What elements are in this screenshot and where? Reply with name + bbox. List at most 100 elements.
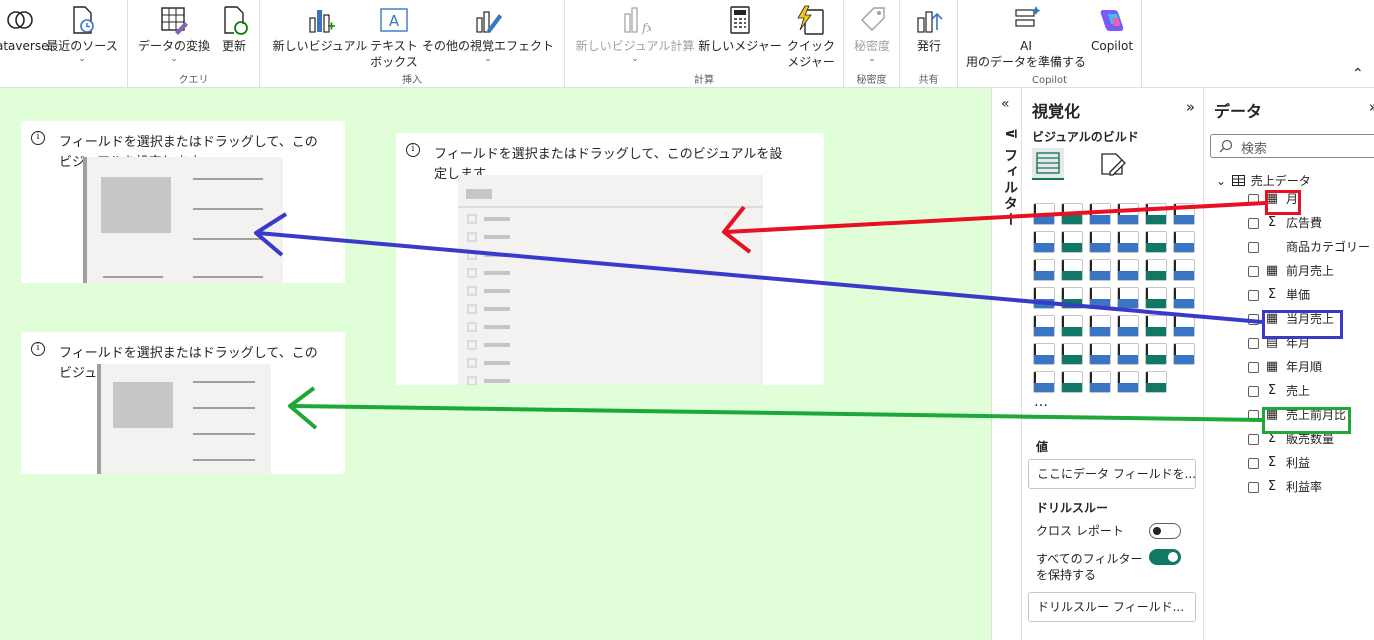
dataverse-button[interactable]: ataverse — [0, 0, 48, 54]
field-item[interactable]: Σ 利益率 — [1248, 476, 1374, 498]
field-checkbox[interactable] — [1248, 314, 1259, 325]
line-visual-icon[interactable] — [1033, 231, 1055, 253]
expand-data-icon[interactable]: » — [1369, 98, 1374, 116]
field-checkbox[interactable] — [1248, 410, 1259, 421]
filled-map-visual-icon[interactable] — [1089, 287, 1111, 309]
new-measure-button[interactable]: 新しいメジャー — [697, 0, 783, 54]
table-item[interactable]: ⌄ 売上データ — [1216, 172, 1311, 189]
100-column-visual-icon[interactable] — [1173, 203, 1195, 225]
table-visual-icon[interactable] — [1117, 315, 1139, 337]
new-visual-button[interactable]: 新しいビジュアル — [268, 0, 372, 54]
new-visual-icon — [309, 10, 335, 33]
visual-placeholder-1[interactable]: i フィールドを選択またはドラッグして、この ビジュアルを設定します — [21, 121, 345, 283]
field-checkbox[interactable] — [1248, 362, 1259, 373]
textbox-button[interactable]: A テキスト ボックス — [368, 0, 420, 70]
visual-placeholder-3[interactable]: i フィールドを選択またはドラッグして、この ビジュ — [21, 332, 345, 474]
treemap-visual-icon[interactable] — [1033, 287, 1055, 309]
stacked-bar-visual-icon[interactable] — [1033, 203, 1055, 225]
funnel-visual-icon[interactable] — [1089, 259, 1111, 281]
field-checkbox[interactable] — [1248, 242, 1259, 253]
goals-visual-icon[interactable] — [1173, 343, 1195, 365]
field-checkbox[interactable] — [1248, 290, 1259, 301]
prep-data-ai-button[interactable]: AI 用のデータを準備する — [964, 0, 1088, 70]
recent-sources-button[interactable]: 最近のソース ⌄ — [44, 0, 120, 64]
values-drop-zone[interactable]: ここにデータ フィールドを... — [1028, 459, 1196, 489]
field-checkbox[interactable] — [1248, 338, 1259, 349]
report-canvas[interactable]: i フィールドを選択またはドラッグして、この ビジュアルを設定します i フィー… — [0, 88, 991, 640]
format-visual-tab-icon[interactable] — [1098, 150, 1126, 178]
dataverse-label: ataverse — [0, 39, 49, 53]
paginated-visual-icon[interactable] — [1033, 371, 1055, 393]
field-checkbox[interactable] — [1248, 386, 1259, 397]
qa-visual-icon[interactable] — [1117, 343, 1139, 365]
new-visual-calc-button[interactable]: fx 新しいビジュアル計算 ⌄ — [571, 0, 699, 64]
azure-map-visual-icon[interactable] — [1117, 287, 1139, 309]
ribbon-visual-icon[interactable] — [1117, 231, 1139, 253]
keep-filters-toggle[interactable] — [1149, 549, 1181, 565]
chevron-down-icon: ⌄ — [484, 54, 492, 64]
power-automate-visual-icon[interactable] — [1089, 371, 1111, 393]
chevron-down-icon[interactable]: ⌄ — [1216, 174, 1226, 188]
kpi-visual-icon[interactable] — [1061, 315, 1083, 337]
prep-ai-icon — [1015, 6, 1041, 27]
area-visual-icon[interactable] — [1061, 231, 1083, 253]
refresh-button[interactable]: 更新 — [214, 0, 254, 54]
field-item[interactable]: Σ 利益 — [1248, 452, 1374, 474]
r-visual-visual-icon[interactable] — [1173, 315, 1195, 337]
line-clustered-visual-icon[interactable] — [1173, 231, 1195, 253]
matrix-visual-icon[interactable] — [1145, 315, 1167, 337]
field-checkbox[interactable] — [1248, 266, 1259, 277]
key-influencers-visual-icon[interactable] — [1061, 343, 1083, 365]
waterfall-visual-icon[interactable] — [1061, 259, 1083, 281]
publish-icon — [917, 11, 943, 33]
transform-data-button[interactable]: データの変換 ⌄ — [134, 0, 214, 64]
visual-placeholder-2[interactable]: i フィールドを選択またはドラッグして、このビジュアルを設 定します — [396, 133, 824, 385]
more-visuals-button[interactable]: その他の視覚エフェクト ⌄ — [418, 0, 558, 64]
field-checkbox[interactable] — [1248, 434, 1259, 445]
slicer-visual-icon[interactable] — [1089, 315, 1111, 337]
field-checkbox[interactable] — [1248, 218, 1259, 229]
python-visual-visual-icon[interactable] — [1033, 343, 1055, 365]
100-bar-visual-icon[interactable] — [1145, 203, 1167, 225]
field-checkbox[interactable] — [1248, 482, 1259, 493]
gauge-visual-icon[interactable] — [1145, 287, 1167, 309]
scatter-visual-icon[interactable] — [1117, 259, 1139, 281]
quick-measure-button[interactable]: クイック メジャー — [783, 0, 839, 70]
stacked-column-visual-icon[interactable] — [1061, 203, 1083, 225]
ribbon-chart-visual-icon[interactable] — [1033, 259, 1055, 281]
card-visual-icon[interactable] — [1173, 287, 1195, 309]
field-item[interactable]: ▦ 前月売上 — [1248, 260, 1374, 282]
clustered-column-visual-icon[interactable] — [1117, 203, 1139, 225]
sensitivity-button[interactable]: 秘密度 ⌄ — [848, 0, 896, 64]
field-item[interactable]: Σ 広告費 — [1248, 212, 1374, 234]
azure-map-2-visual-icon[interactable] — [1117, 371, 1139, 393]
field-checkbox[interactable] — [1248, 458, 1259, 469]
filters-pane-collapsed[interactable]: « ⊽ フィルター — [991, 88, 1022, 640]
field-item[interactable]: ▦ 年月順 — [1248, 356, 1374, 378]
cross-report-toggle[interactable] — [1149, 523, 1181, 539]
clustered-bar-visual-icon[interactable] — [1089, 203, 1111, 225]
search-input[interactable]: 検索 — [1210, 134, 1374, 158]
line-column-visual-icon[interactable] — [1145, 231, 1167, 253]
more-visuals-ellipsis[interactable]: … — [1034, 394, 1049, 410]
field-item[interactable]: 商品カテゴリー — [1248, 236, 1374, 258]
pie-visual-icon[interactable] — [1145, 259, 1167, 281]
decomposition-tree-visual-icon[interactable] — [1089, 343, 1111, 365]
collapse-filters-icon[interactable]: « — [1001, 96, 1010, 112]
multi-row-card-visual-icon[interactable] — [1033, 315, 1055, 337]
smart-narrative-visual-icon[interactable] — [1145, 343, 1167, 365]
field-item[interactable]: Σ 単価 — [1248, 284, 1374, 306]
build-visual-tab[interactable] — [1032, 148, 1064, 180]
collapse-ribbon-icon[interactable]: ⌃ — [1352, 66, 1364, 82]
field-item[interactable]: Σ 売上 — [1248, 380, 1374, 402]
drillthrough-drop-zone[interactable]: ドリルスルー フィールド... — [1028, 592, 1196, 622]
expand-visualizations-icon[interactable]: » — [1186, 98, 1195, 116]
copilot-button[interactable]: Copilot — [1086, 0, 1138, 54]
donut-visual-icon[interactable] — [1173, 259, 1195, 281]
publish-button[interactable]: 発行 — [906, 0, 952, 54]
card-new-visual-icon[interactable] — [1061, 371, 1083, 393]
map-visual-icon[interactable] — [1061, 287, 1083, 309]
power-apps-visual-icon[interactable] — [1145, 371, 1167, 393]
field-checkbox[interactable] — [1248, 194, 1259, 205]
stacked-area-visual-icon[interactable] — [1089, 231, 1111, 253]
